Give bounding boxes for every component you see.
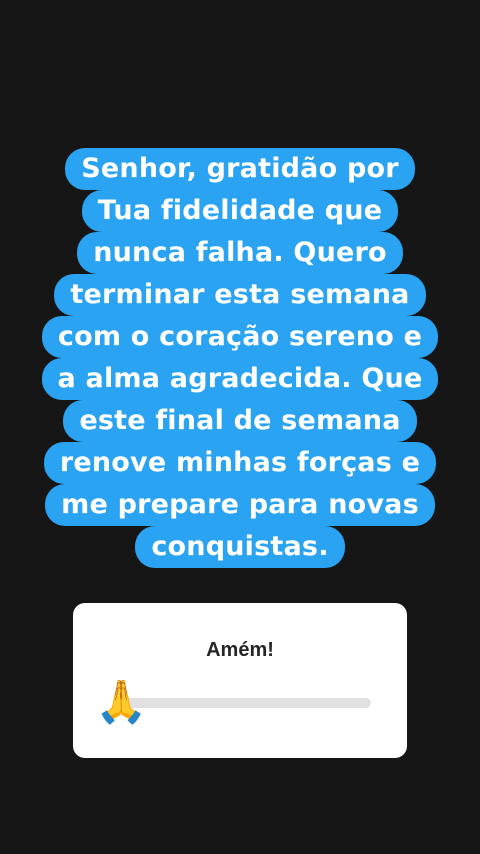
story-text-line: com o coração sereno e bbox=[41, 316, 439, 358]
story-text-block: Senhor, gratidão por Tua fidelidade que … bbox=[0, 148, 480, 568]
story-text-line: nunca falha. Quero bbox=[77, 232, 403, 274]
story-text-line: Senhor, gratidão por bbox=[65, 148, 415, 190]
slider-track[interactable] bbox=[113, 698, 371, 708]
story-text-line: conquistas. bbox=[135, 526, 345, 568]
story-text-line: renove minhas forças e bbox=[43, 442, 437, 484]
slider-question: Amém! bbox=[206, 639, 274, 661]
praying-hands-icon[interactable]: 🙏 bbox=[95, 677, 147, 727]
story-text-line: me prepare para novas bbox=[45, 484, 435, 526]
emoji-slider-sticker[interactable]: Amém! 🙏 bbox=[73, 603, 407, 758]
story-text-line: este final de semana bbox=[63, 400, 417, 442]
story-text-line: terminar esta semana bbox=[54, 274, 426, 316]
story-text-line: Tua fidelidade que bbox=[81, 190, 399, 232]
story-text-line: a alma agradecida. Que bbox=[41, 358, 439, 400]
